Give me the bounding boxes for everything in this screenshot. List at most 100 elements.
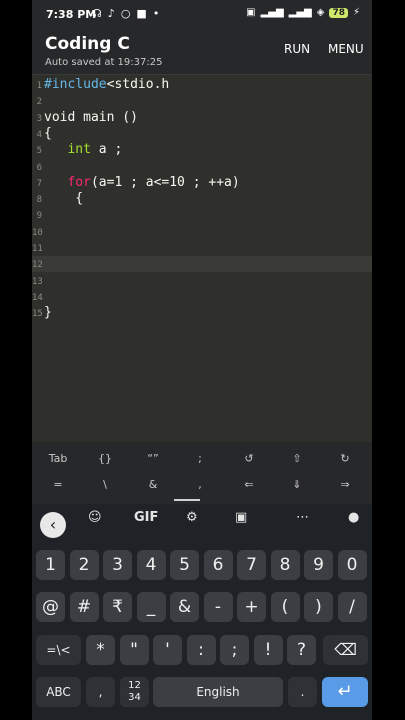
line-number: 10 bbox=[32, 227, 43, 238]
comma-key[interactable]: , bbox=[86, 677, 115, 707]
extra-key[interactable]: , bbox=[180, 478, 220, 491]
extra-key[interactable]: ⇒ bbox=[325, 478, 365, 491]
keyboard-key[interactable]: 0 bbox=[337, 550, 367, 580]
run-button[interactable]: RUN bbox=[284, 42, 310, 56]
keyboard-key[interactable]: ( bbox=[270, 592, 300, 622]
sticker-icon[interactable]: ☺ bbox=[88, 510, 102, 525]
numpad-key[interactable]: 12 34 bbox=[120, 677, 149, 707]
line-number: 2 bbox=[36, 97, 42, 108]
extra-key[interactable]: ⇐ bbox=[229, 478, 269, 491]
soft-keyboard: ‹ ☺ GIF ⚙ ▣ ⋯ ● 1 2 3 4 5 6 7 8 9 0 @ # ₹ _ & - +() / =\< *… bbox=[32, 504, 372, 720]
extra-key[interactable]: “” bbox=[133, 452, 173, 465]
line-number: 5 bbox=[36, 146, 42, 157]
keyboard-key[interactable]: 7 bbox=[237, 550, 266, 580]
extra-key[interactable]: ⇓ bbox=[277, 478, 317, 491]
extra-key[interactable]: ↺ bbox=[229, 452, 269, 465]
space-key[interactable]: English bbox=[153, 677, 283, 707]
keyboard-key[interactable]: # bbox=[69, 592, 99, 622]
more-options-icon[interactable]: ⋯ bbox=[296, 510, 309, 525]
extra-key[interactable]: & bbox=[133, 478, 173, 491]
keyboard-back-button[interactable]: ‹ bbox=[40, 512, 66, 538]
keyboard-key[interactable]: ! bbox=[253, 635, 283, 665]
line-number: 8 bbox=[36, 195, 42, 206]
code-line: 15} bbox=[32, 305, 372, 321]
status-bar: 7:38 PM ☊ ♪ ○ ■ • ▣ ▂▄▆ ▂▄▆ ◈ 78 ⚡ bbox=[32, 0, 372, 28]
code-editor[interactable]: 1 #include<stdio.h 2 3 void main () 4{5 int a… bbox=[32, 74, 372, 443]
extra-key[interactable]: = bbox=[38, 478, 78, 491]
line-number: 15 bbox=[32, 309, 43, 320]
code-line: 7 for(a=1 ; a<=10 ; ++a) bbox=[32, 175, 372, 191]
keyboard-key[interactable]: 2 bbox=[69, 550, 99, 580]
keyboard-key[interactable]: @ bbox=[36, 592, 65, 622]
keyboard-key[interactable]: _ bbox=[136, 592, 166, 622]
settings-icon[interactable]: ⚙ bbox=[186, 510, 198, 525]
keyboard-key[interactable]: + bbox=[237, 592, 266, 622]
code-token: { bbox=[44, 125, 52, 141]
extra-keys-bar: Tab {} “”; ↺ ⇧ ↻ = \ &, ⇐ ⇓ ⇒ bbox=[32, 442, 372, 504]
keyboard-key[interactable]: - bbox=[203, 592, 233, 622]
tiktok-icon: ♪ bbox=[107, 7, 115, 20]
extra-key[interactable]: Tab bbox=[38, 452, 78, 465]
keyboard-key[interactable]: 4 bbox=[136, 550, 166, 580]
keyboard-key[interactable]: 3 bbox=[103, 550, 132, 580]
keyboard-key[interactable]: ₹ bbox=[103, 592, 132, 622]
video-icon: ■ bbox=[136, 7, 147, 20]
backspace-key[interactable]: ⌫ bbox=[323, 635, 368, 665]
extra-key[interactable]: ↻ bbox=[325, 452, 365, 465]
code-token: a ; bbox=[90, 142, 123, 158]
status-time: 7:38 PM bbox=[46, 8, 97, 21]
keyboard-key[interactable]: 8 bbox=[270, 550, 300, 580]
extra-key[interactable]: ; bbox=[180, 452, 220, 465]
code-text: { bbox=[44, 126, 52, 141]
code-line: 13 bbox=[32, 273, 372, 289]
period-key[interactable]: . bbox=[288, 677, 317, 707]
extra-key[interactable]: \ bbox=[85, 478, 125, 491]
code-line: 8 { bbox=[32, 191, 372, 207]
keyboard-key[interactable]: 6 bbox=[203, 550, 233, 580]
keyboard-key[interactable]: ' bbox=[153, 635, 182, 665]
headphones-icon: ☊ bbox=[92, 7, 102, 20]
translate-icon[interactable]: ▣ bbox=[235, 510, 247, 525]
code-token: { bbox=[44, 191, 84, 207]
code-text: void main () bbox=[44, 110, 138, 125]
line-number: 12 bbox=[32, 260, 43, 271]
keyboard-key[interactable]: 9 bbox=[304, 550, 333, 580]
keyboard-key[interactable]: ) bbox=[304, 592, 333, 622]
enter-key[interactable]: ↵ bbox=[322, 677, 368, 707]
code-token: <stdio.h bbox=[106, 77, 170, 92]
keyword-token: for bbox=[67, 174, 91, 190]
keyboard-key[interactable]: 5 bbox=[170, 550, 199, 580]
keyboard-key[interactable]: & bbox=[170, 592, 199, 622]
notification-icons: ☊ ♪ ○ ■ • bbox=[92, 7, 159, 20]
line-number: 11 bbox=[32, 244, 43, 254]
line-number: 6 bbox=[36, 162, 42, 173]
microphone-icon[interactable]: ● bbox=[348, 510, 359, 525]
keyboard-key[interactable]: 1 bbox=[36, 550, 65, 580]
keyboard-key[interactable]: " bbox=[119, 635, 149, 665]
line-number: 7 bbox=[36, 178, 42, 189]
line-number: 3 bbox=[36, 113, 42, 124]
code-line: 5 int a ; bbox=[32, 142, 372, 158]
abc-key[interactable]: ABC bbox=[36, 677, 81, 707]
code-token: } bbox=[44, 305, 52, 321]
code-line: 2 bbox=[32, 93, 372, 109]
symbols-shift-key[interactable]: =\< bbox=[36, 635, 81, 665]
extra-key[interactable]: ⇧ bbox=[277, 452, 317, 465]
extra-key[interactable]: {} bbox=[85, 452, 125, 465]
line-number: 1 bbox=[36, 81, 42, 91]
code-line: 11 bbox=[32, 240, 372, 256]
wifi-icon: ◈ bbox=[316, 7, 325, 18]
code-line: 4{ bbox=[32, 126, 372, 142]
code-line: 6 bbox=[32, 159, 372, 175]
keyboard-key[interactable]: : bbox=[186, 635, 216, 665]
code-line: 14 bbox=[32, 289, 372, 305]
menu-button[interactable]: MENU bbox=[328, 42, 364, 56]
keyboard-key[interactable]: ; bbox=[220, 635, 249, 665]
keyboard-key[interactable]: * bbox=[86, 635, 115, 665]
keyboard-key[interactable]: / bbox=[337, 592, 367, 622]
battery-icon: 78 bbox=[329, 7, 348, 18]
gif-button[interactable]: GIF bbox=[134, 510, 158, 525]
vowifi-icon: ▣ bbox=[246, 7, 256, 18]
keyboard-key[interactable]: ? bbox=[287, 635, 316, 665]
